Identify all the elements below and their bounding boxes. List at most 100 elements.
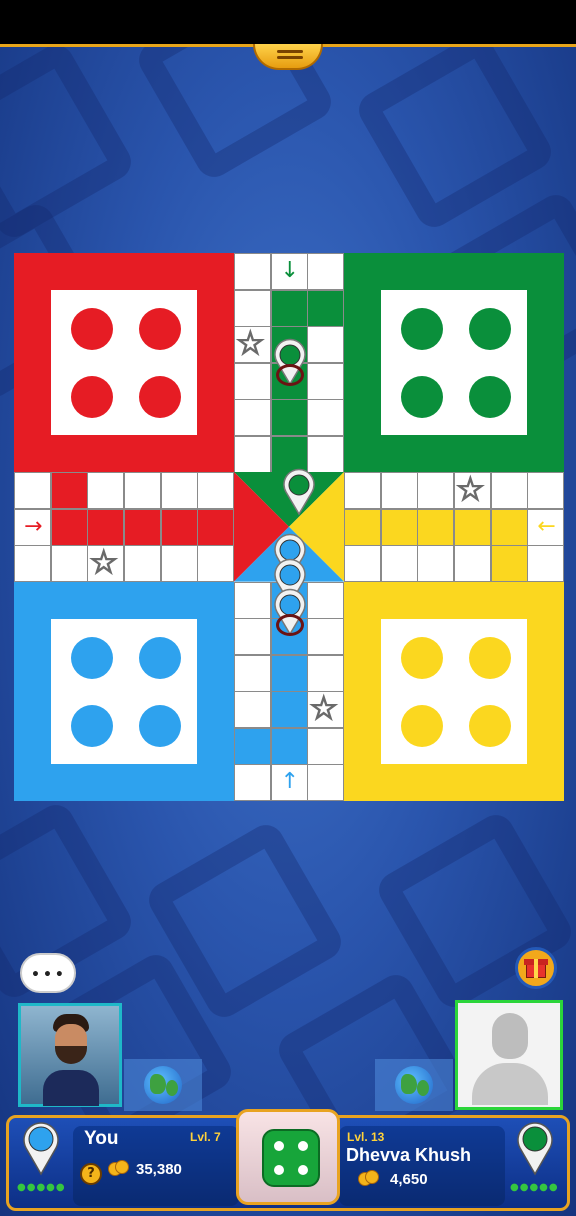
board-cell xyxy=(124,472,162,510)
board-cell xyxy=(454,545,492,583)
board-cell xyxy=(234,618,272,656)
entry-arrow-bottom-icon: ↑ xyxy=(280,769,300,795)
safe-star-icon: ☆ xyxy=(89,543,119,582)
board-cell xyxy=(197,472,235,510)
game-screen: ☆ ☆ ☆ ☆ ↓ → ← ↑ ••• ●●●●● You Lvl. 7 ? 3… xyxy=(0,0,576,1216)
default-avatar-icon xyxy=(472,1013,548,1105)
safe-star-icon: ☆ xyxy=(235,324,265,363)
help-icon[interactable]: ? xyxy=(80,1163,102,1185)
board-cell xyxy=(307,618,345,656)
blue-home-pawn-slot[interactable] xyxy=(139,704,181,747)
player-opponent-lives: ●●●●● xyxy=(510,1182,559,1193)
board-cell xyxy=(307,326,345,364)
board-cell xyxy=(417,545,455,583)
board-cell xyxy=(307,727,345,765)
board-cell xyxy=(14,472,52,510)
coins-icon xyxy=(358,1170,380,1188)
male-avatar-icon xyxy=(43,1014,99,1106)
green-home-pawn-slot[interactable] xyxy=(401,308,443,350)
coins-icon xyxy=(108,1160,130,1178)
board-cell xyxy=(380,472,418,510)
green-pawn-small[interactable] xyxy=(282,468,316,518)
board-cell xyxy=(307,764,345,802)
yellow-home-path xyxy=(344,508,382,546)
board-cell xyxy=(234,289,272,327)
yellow-home xyxy=(344,581,564,801)
board-cell xyxy=(344,472,382,510)
blue-home-pawn-slot[interactable] xyxy=(139,636,181,679)
player-you-pawn-icon xyxy=(22,1120,60,1176)
board-cell xyxy=(234,362,272,400)
red-home-path xyxy=(197,508,235,546)
player-opponent-name: Dhevva Khush xyxy=(346,1145,472,1165)
board-cell xyxy=(234,764,272,802)
dice-button[interactable] xyxy=(236,1109,340,1205)
green-home-pawn-slot[interactable] xyxy=(469,308,511,350)
red-start-cell xyxy=(50,472,88,510)
board-cell xyxy=(87,472,125,510)
board-cell xyxy=(344,545,382,583)
green-home-yard xyxy=(381,290,527,435)
chat-bubble-icon[interactable]: ••• xyxy=(20,953,76,993)
yellow-start-cell xyxy=(490,545,528,583)
safe-star-icon: ☆ xyxy=(455,470,485,509)
ludo-board: ☆ ☆ ☆ ☆ ↓ → ← ↑ xyxy=(14,253,565,802)
blue-home-pawn-slot[interactable] xyxy=(71,636,113,679)
yellow-home-path xyxy=(417,508,455,546)
board-cell xyxy=(417,472,455,510)
board-cell xyxy=(527,545,565,583)
player-opponent-coins: 4,650 xyxy=(390,1171,428,1188)
safe-star-icon: ☆ xyxy=(309,689,339,728)
red-home-path xyxy=(160,508,198,546)
board-cell xyxy=(527,472,565,510)
board-cell xyxy=(14,545,52,583)
player-opponent-flag xyxy=(375,1059,453,1111)
blue-home-pawn-slot[interactable] xyxy=(71,704,113,747)
board-cell xyxy=(50,545,88,583)
red-home-pawn-slot[interactable] xyxy=(71,308,113,350)
yellow-home-pawn-slot[interactable] xyxy=(401,704,443,747)
red-home-path xyxy=(50,508,88,546)
chat-dots: ••• xyxy=(31,967,67,983)
yellow-home-pawn-slot[interactable] xyxy=(469,704,511,747)
red-home xyxy=(14,253,234,473)
green-home-pawn-slot[interactable] xyxy=(401,376,443,418)
board-cell xyxy=(234,435,272,473)
blue-home-path xyxy=(270,691,308,729)
yellow-home-path xyxy=(490,508,528,546)
yellow-home-yard xyxy=(381,618,527,764)
blue-pawn[interactable] xyxy=(273,588,307,638)
player-opponent-avatar[interactable] xyxy=(455,1000,563,1110)
board-cell xyxy=(307,362,345,400)
red-home-pawn-slot[interactable] xyxy=(139,308,181,350)
yellow-home-pawn-slot[interactable] xyxy=(401,636,443,679)
dice-icon[interactable] xyxy=(262,1129,320,1187)
yellow-home-pawn-slot[interactable] xyxy=(469,636,511,679)
red-home-path xyxy=(124,508,162,546)
board-cell xyxy=(307,253,345,291)
red-home-pawn-slot[interactable] xyxy=(139,376,181,418)
red-home-yard xyxy=(51,290,197,435)
green-home-pawn-slot[interactable] xyxy=(469,376,511,418)
board-cell xyxy=(234,253,272,291)
board-cell xyxy=(490,472,528,510)
player-you-avatar[interactable] xyxy=(18,1003,122,1107)
board-cell xyxy=(234,691,272,729)
player-you-level: Lvl. 7 xyxy=(190,1130,221,1144)
blue-home xyxy=(14,581,234,801)
board-cell xyxy=(234,654,272,692)
board-cell xyxy=(124,545,162,583)
board-cell xyxy=(380,545,418,583)
entry-arrow-top-icon: ↓ xyxy=(280,258,300,283)
board-cell xyxy=(234,399,272,437)
yellow-home-path xyxy=(380,508,418,546)
green-pawn[interactable] xyxy=(273,338,307,388)
board-cell xyxy=(307,654,345,692)
player-opponent-level: Lvl. 13 xyxy=(347,1130,385,1144)
gift-icon[interactable] xyxy=(515,947,557,989)
globe-icon xyxy=(144,1066,182,1104)
green-home xyxy=(344,253,564,473)
red-home-pawn-slot[interactable] xyxy=(71,376,113,418)
player-you-flag xyxy=(124,1059,202,1111)
green-home-path xyxy=(270,399,308,437)
